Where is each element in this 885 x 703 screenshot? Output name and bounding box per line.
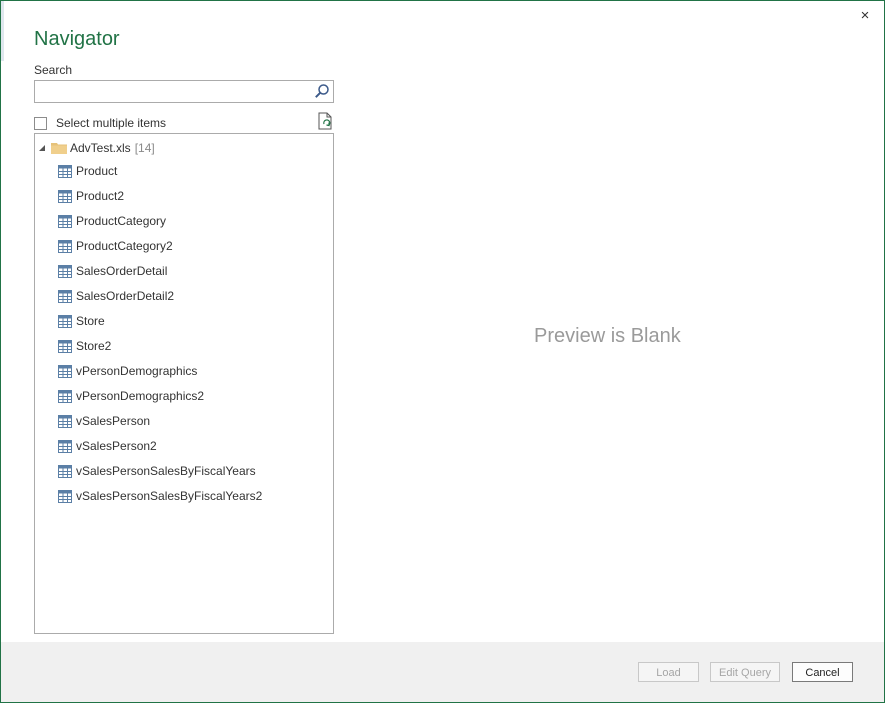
close-button[interactable]: × (856, 7, 874, 25)
edit-query-button[interactable]: Edit Query (710, 662, 780, 682)
tree-item-label: vPersonDemographics2 (76, 389, 205, 403)
tree-item[interactable]: vSalesPersonSalesByFiscalYears2 (58, 488, 262, 513)
tree-item-label: Store2 (76, 339, 112, 353)
tree-item-label: Product (76, 164, 118, 178)
background-window-edge (1, 1, 4, 61)
table-icon (58, 440, 72, 453)
tree-item[interactable]: Product2 (58, 188, 262, 213)
tree-item[interactable]: vPersonDemographics (58, 363, 262, 388)
table-icon (58, 340, 72, 353)
table-icon (58, 415, 72, 428)
tree-item[interactable]: ProductCategory2 (58, 238, 262, 263)
select-multiple-checkbox[interactable] (34, 116, 47, 130)
table-icon (58, 190, 72, 203)
dialog-title: Navigator (34, 28, 120, 50)
dialog-footer: Load Edit Query Cancel (1, 642, 884, 702)
table-icon (58, 240, 72, 253)
table-icon (58, 465, 72, 478)
tree-item-label: Store (76, 314, 105, 328)
table-icon (58, 215, 72, 228)
tree-item-label: Product2 (76, 189, 125, 203)
select-multiple-label: Select multiple items (56, 116, 167, 130)
search-icon[interactable] (314, 83, 330, 99)
tree-item-label: SalesOrderDetail2 (76, 289, 175, 303)
tree-item-list: Product Product2 ProductCategory Product… (58, 163, 262, 513)
table-icon (58, 165, 72, 178)
table-icon (58, 365, 72, 378)
tree-item[interactable]: Store (58, 313, 262, 338)
tree-item[interactable]: Product (58, 163, 262, 188)
tree-item-label: vSalesPerson2 (76, 439, 157, 453)
tree-item-label: ProductCategory2 (76, 239, 173, 253)
tree-item[interactable]: vSalesPersonSalesByFiscalYears (58, 463, 262, 488)
tree-item-label: SalesOrderDetail (76, 264, 168, 278)
load-button[interactable]: Load (638, 662, 699, 682)
tree-root-label: AdvTest.xls (70, 141, 131, 155)
tree-item[interactable]: Store2 (58, 338, 262, 363)
folder-icon (51, 143, 67, 154)
tree-item-label: vPersonDemographics (76, 364, 198, 378)
cancel-button[interactable]: Cancel (792, 662, 853, 682)
search-input[interactable] (37, 82, 311, 101)
tree-item-label: vSalesPerson (76, 414, 151, 428)
table-icon (58, 265, 72, 278)
tree-item[interactable]: vPersonDemographics2 (58, 388, 262, 413)
tree-root-node[interactable]: AdvTest.xls [14] (35, 139, 155, 157)
navigator-dialog: × Navigator Search Select multiple items… (0, 0, 885, 703)
preview-placeholder: Preview is Blank (534, 325, 681, 347)
select-multiple-row[interactable]: Select multiple items (34, 115, 166, 131)
navigator-tree: AdvTest.xls [14] Product Product2 Produc… (34, 133, 334, 634)
tree-item[interactable]: SalesOrderDetail2 (58, 288, 262, 313)
tree-item-label: vSalesPersonSalesByFiscalYears2 (76, 489, 263, 503)
table-icon (58, 315, 72, 328)
expand-triangle-icon[interactable] (38, 144, 46, 152)
search-label: Search (34, 63, 73, 77)
tree-item[interactable]: vSalesPerson (58, 413, 262, 438)
search-box (34, 80, 334, 103)
tree-item[interactable]: SalesOrderDetail (58, 263, 262, 288)
tree-item[interactable]: ProductCategory (58, 213, 262, 238)
tree-item-label: ProductCategory (76, 214, 167, 228)
table-icon (58, 490, 72, 503)
tree-root-count: [14] (134, 141, 155, 155)
table-icon (58, 290, 72, 303)
tree-item-label: vSalesPersonSalesByFiscalYears (76, 464, 256, 478)
tree-item[interactable]: vSalesPerson2 (58, 438, 262, 463)
table-icon (58, 390, 72, 403)
refresh-document-icon[interactable] (317, 112, 333, 130)
